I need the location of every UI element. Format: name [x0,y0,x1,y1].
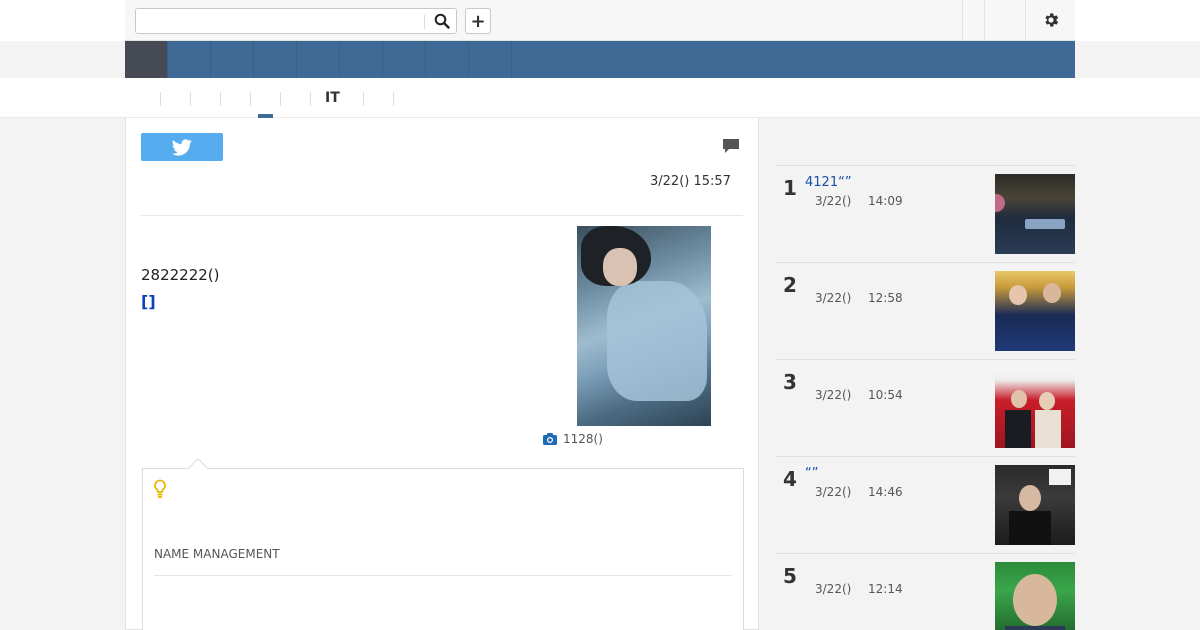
rank-time: 12:58 [868,291,903,305]
topbar: + [125,0,1075,41]
subnav-divider [363,92,364,106]
subnav-divider [310,92,311,106]
nav-item[interactable] [383,41,426,78]
subnav-divider [250,92,251,106]
info-card: NAME MANAGEMENT [142,458,744,630]
nav-item-home[interactable] [125,41,168,78]
subnav-divider [280,92,281,106]
rank-title[interactable]: 4121“” [805,175,852,190]
rank-date: 3/22() [815,388,852,402]
settings-button[interactable] [1025,0,1075,40]
article-panel: 3/22() 15:57 2822222() [] 1128() NAME MA… [125,118,759,630]
rank-thumbnail[interactable] [995,465,1075,545]
rank-title[interactable]: “” [805,466,818,481]
rank-time: 14:46 [868,485,903,499]
rank-time: 14:09 [868,194,903,208]
search-divider [424,15,425,29]
main-navigation [125,41,1075,78]
rank-date: 3/22() [815,291,852,305]
subnav-item-it[interactable]: IT [325,90,340,106]
subnav-divider [190,92,191,106]
nav-item[interactable] [340,41,383,78]
rank-number: 2 [783,273,797,297]
tweet-button[interactable] [141,133,223,161]
rank-time: 10:54 [868,388,903,402]
search-button[interactable] [428,9,456,33]
nav-item[interactable] [426,41,469,78]
subnav-divider [160,92,161,106]
ranking-list: 1 4121“” 3/22() 14:09 2 3/22() 12:58 3 3… [775,165,1075,630]
topbar-slot[interactable] [984,0,1025,40]
lightbulb-icon [153,479,167,503]
subnav-divider [393,92,394,106]
gear-icon [1044,13,1058,27]
nav-item[interactable] [168,41,211,78]
divider [141,215,743,216]
article-link[interactable]: [] [141,292,156,311]
photo-caption[interactable]: 1128() [543,432,603,446]
search-icon [434,13,450,29]
rank-thumbnail[interactable] [995,368,1075,448]
photo-count: 1128() [563,432,603,446]
ranking-item[interactable]: 4 “” 3/22() 14:46 [775,456,1075,553]
nav-item[interactable] [297,41,340,78]
divider [154,575,732,576]
camera-icon [543,433,557,445]
rank-date: 3/22() [815,194,852,208]
rank-time: 12:14 [868,582,903,596]
card-label: NAME MANAGEMENT [154,547,280,561]
nav-item[interactable] [469,41,512,78]
subnav-divider [220,92,221,106]
twitter-icon [172,138,192,156]
ranking-sidebar: 1 4121“” 3/22() 14:09 2 3/22() 12:58 3 3… [759,118,1075,630]
rank-number: 3 [783,370,797,394]
ranking-item[interactable]: 3 3/22() 10:54 [775,359,1075,456]
ranking-item[interactable]: 5 3/22() 12:14 [775,553,1075,630]
add-button[interactable]: + [465,8,491,34]
topbar-slot[interactable] [962,0,984,40]
rank-number: 5 [783,564,797,588]
ranking-item[interactable]: 2 3/22() 12:58 [775,262,1075,359]
search-input[interactable] [140,11,420,31]
rank-date: 3/22() [815,485,852,499]
card-notch [188,458,208,478]
comment-icon[interactable] [722,138,740,158]
rank-date: 3/22() [815,582,852,596]
rank-thumbnail[interactable] [995,562,1075,630]
rank-number: 1 [783,176,797,200]
sub-navigation: IT [0,78,1200,118]
rank-number: 4 [783,467,797,491]
ranking-item[interactable]: 1 4121“” 3/22() 14:09 [775,165,1075,262]
article-timestamp: 3/22() 15:57 [650,174,731,189]
nav-item[interactable] [211,41,254,78]
article-text: 2822222() [141,266,220,284]
article-photo[interactable] [577,226,711,426]
rank-thumbnail[interactable] [995,174,1075,254]
nav-item[interactable] [254,41,297,78]
search-box [135,8,457,34]
rank-thumbnail[interactable] [995,271,1075,351]
